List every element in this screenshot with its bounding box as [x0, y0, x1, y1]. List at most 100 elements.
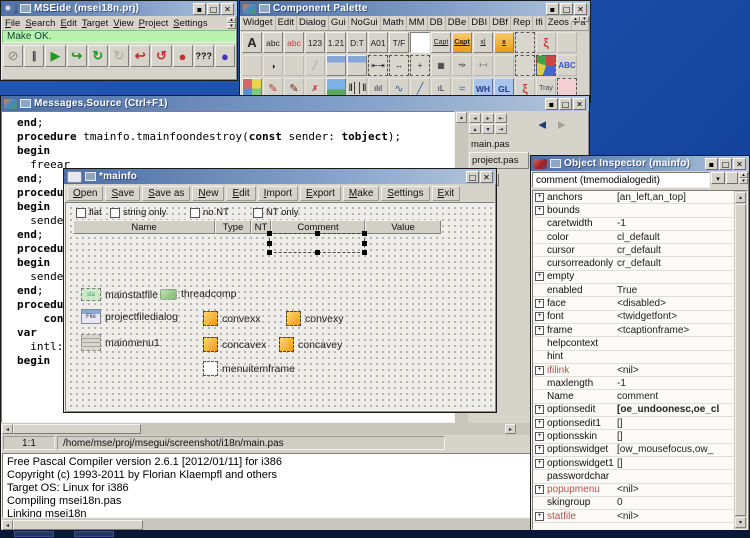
property-row[interactable]: + optionsedit [oe_undoonesc,oe_cl: [533, 404, 734, 417]
property-row[interactable]: + color cl_default: [533, 231, 734, 244]
designer-menu-item[interactable]: Save: [105, 186, 140, 201]
tab-nav-button[interactable]: ◂: [469, 113, 481, 123]
property-value[interactable]: <nil>: [617, 484, 734, 495]
property-value[interactable]: <tcaptionframe>: [617, 325, 734, 336]
edit-button[interactable]: [726, 172, 738, 184]
minimize-button[interactable]: ▪: [193, 3, 206, 15]
component-icon[interactable]: [203, 361, 218, 376]
close-button[interactable]: ✕: [733, 158, 746, 170]
filter-checkbox[interactable]: flat: [76, 207, 102, 218]
grid-column-header[interactable]: Name: [73, 220, 215, 234]
toolbar-button[interactable]: ∥: [24, 45, 44, 67]
scroll-left-icon[interactable]: ◂: [2, 424, 13, 434]
palette-tab[interactable]: Edit: [276, 16, 297, 30]
property-value[interactable]: []: [617, 418, 734, 429]
property-row[interactable]: + cursor cr_default: [533, 244, 734, 257]
property-row[interactable]: + skingroup 0: [533, 497, 734, 510]
palette-component[interactable]: [347, 55, 367, 76]
grid-column-header[interactable]: Type: [215, 220, 251, 234]
component-icon[interactable]: [286, 311, 301, 326]
property-row[interactable]: + passwordchar: [533, 470, 734, 483]
close-button[interactable]: ✕: [573, 98, 586, 110]
selection-handle[interactable]: [362, 250, 367, 255]
grid-column-header[interactable]: Value: [365, 220, 441, 234]
minimize-button[interactable]: ▪: [705, 158, 718, 170]
toolbar-button[interactable]: ???: [194, 45, 214, 67]
pin-icon[interactable]: [259, 4, 270, 13]
scroll-left-icon[interactable]: ▴: [571, 16, 580, 22]
form-component[interactable]: convexx: [203, 311, 261, 326]
property-row[interactable]: + cursorreadonly cr_default: [533, 257, 734, 270]
palette-component[interactable]: +⊳: [452, 55, 472, 76]
form-component[interactable]: concavey: [279, 337, 342, 352]
property-row[interactable]: + Name comment: [533, 390, 734, 403]
property-value[interactable]: cl_default: [617, 232, 734, 243]
property-row[interactable]: + optionswidget [ow_mousefocus,ow_: [533, 444, 734, 457]
palette-tab[interactable]: Widget: [241, 16, 276, 30]
component-icon[interactable]: [203, 311, 218, 326]
palette-tab[interactable]: DBe: [446, 16, 469, 30]
toolbar-button[interactable]: ⊘: [3, 45, 23, 67]
maximize-button[interactable]: □: [560, 3, 573, 15]
property-row[interactable]: + optionswidget1 []: [533, 457, 734, 470]
palette-tab[interactable]: MM: [407, 16, 428, 30]
property-row[interactable]: + optionsedit1 []: [533, 417, 734, 430]
component-icon[interactable]: [279, 337, 294, 352]
expand-icon[interactable]: +: [535, 432, 544, 441]
designer-menu-item[interactable]: Make: [343, 186, 379, 201]
property-value[interactable]: -1: [617, 218, 734, 229]
palette-component[interactable]: ↔: [389, 55, 409, 76]
designer-menu-item[interactable]: Save as: [142, 186, 190, 201]
scrollbar-thumb[interactable]: [13, 424, 141, 434]
titlebar-palette[interactable]: Component Palette ▪ □ ✕: [240, 1, 590, 16]
palette-tab[interactable]: NoGui: [349, 16, 381, 30]
navigate-forward-icon[interactable]: ▲: [553, 116, 573, 134]
form-component[interactable]: convexy: [286, 311, 344, 326]
palette-component[interactable]: [326, 55, 346, 76]
toolbar-button[interactable]: ●: [215, 45, 235, 67]
palette-tab[interactable]: DBI: [469, 16, 490, 30]
form-canvas[interactable]: flat string only no NT NT only: [65, 202, 495, 411]
palette-component[interactable]: abc: [263, 32, 283, 53]
palette-tab[interactable]: Zeos: [546, 16, 572, 30]
form-component[interactable]: threadcomp: [160, 288, 236, 300]
palette-component[interactable]: [557, 32, 577, 53]
filter-checkbox[interactable]: string only: [110, 207, 166, 218]
palette-component[interactable]: T/F: [389, 32, 409, 53]
expand-icon[interactable]: +: [535, 193, 544, 202]
palette-component[interactable]: [494, 55, 514, 76]
checkbox-icon[interactable]: [190, 208, 200, 218]
tab-nav-button[interactable]: ▾: [482, 124, 494, 134]
palette-component[interactable]: abc: [284, 32, 304, 53]
palette-component[interactable]: A: [242, 32, 262, 53]
designer-menu-item[interactable]: Export: [300, 186, 341, 201]
tab-nav-button[interactable]: ▸: [482, 113, 494, 123]
titlebar-source[interactable]: Messages,Source (Ctrl+F1) ▪ □ ✕: [1, 96, 589, 111]
selection-handle[interactable]: [267, 250, 272, 255]
component-icon[interactable]: File: [81, 309, 101, 324]
property-row[interactable]: + statfile <nil>: [533, 510, 734, 523]
palette-component[interactable]: Capt: [431, 32, 451, 53]
inspector-vertical-scrollbar[interactable]: ▴ ▾: [734, 191, 747, 529]
menu-item[interactable]: Search: [23, 18, 57, 29]
palette-component[interactable]: ⊦⊣: [473, 55, 493, 76]
expand-icon[interactable]: +: [535, 512, 544, 521]
close-button[interactable]: ✕: [574, 3, 587, 15]
property-value[interactable]: <disabled>: [617, 298, 734, 309]
property-row[interactable]: + face <disabled>: [533, 297, 734, 310]
palette-component[interactable]: 123: [305, 32, 325, 53]
expand-icon[interactable]: +: [535, 326, 544, 335]
palette-tab[interactable]: Rep: [511, 16, 533, 30]
selection-handle[interactable]: [267, 231, 272, 236]
toolbar-button[interactable]: ↻: [88, 45, 108, 67]
palette-component[interactable]: x: [494, 32, 514, 53]
property-row[interactable]: + font <twidgetfont>: [533, 311, 734, 324]
tab-nav-button[interactable]: ⇥: [495, 124, 507, 134]
property-value[interactable]: [ow_mousefocus,ow_: [617, 444, 734, 455]
scrollbar-thumb[interactable]: [13, 520, 143, 530]
palette-component[interactable]: A01: [368, 32, 388, 53]
property-row[interactable]: + frame <tcaptionframe>: [533, 324, 734, 337]
file-tab[interactable]: main.pas: [469, 137, 529, 152]
filter-checkbox[interactable]: no NT: [190, 207, 229, 218]
property-value[interactable]: <nil>: [617, 365, 734, 376]
